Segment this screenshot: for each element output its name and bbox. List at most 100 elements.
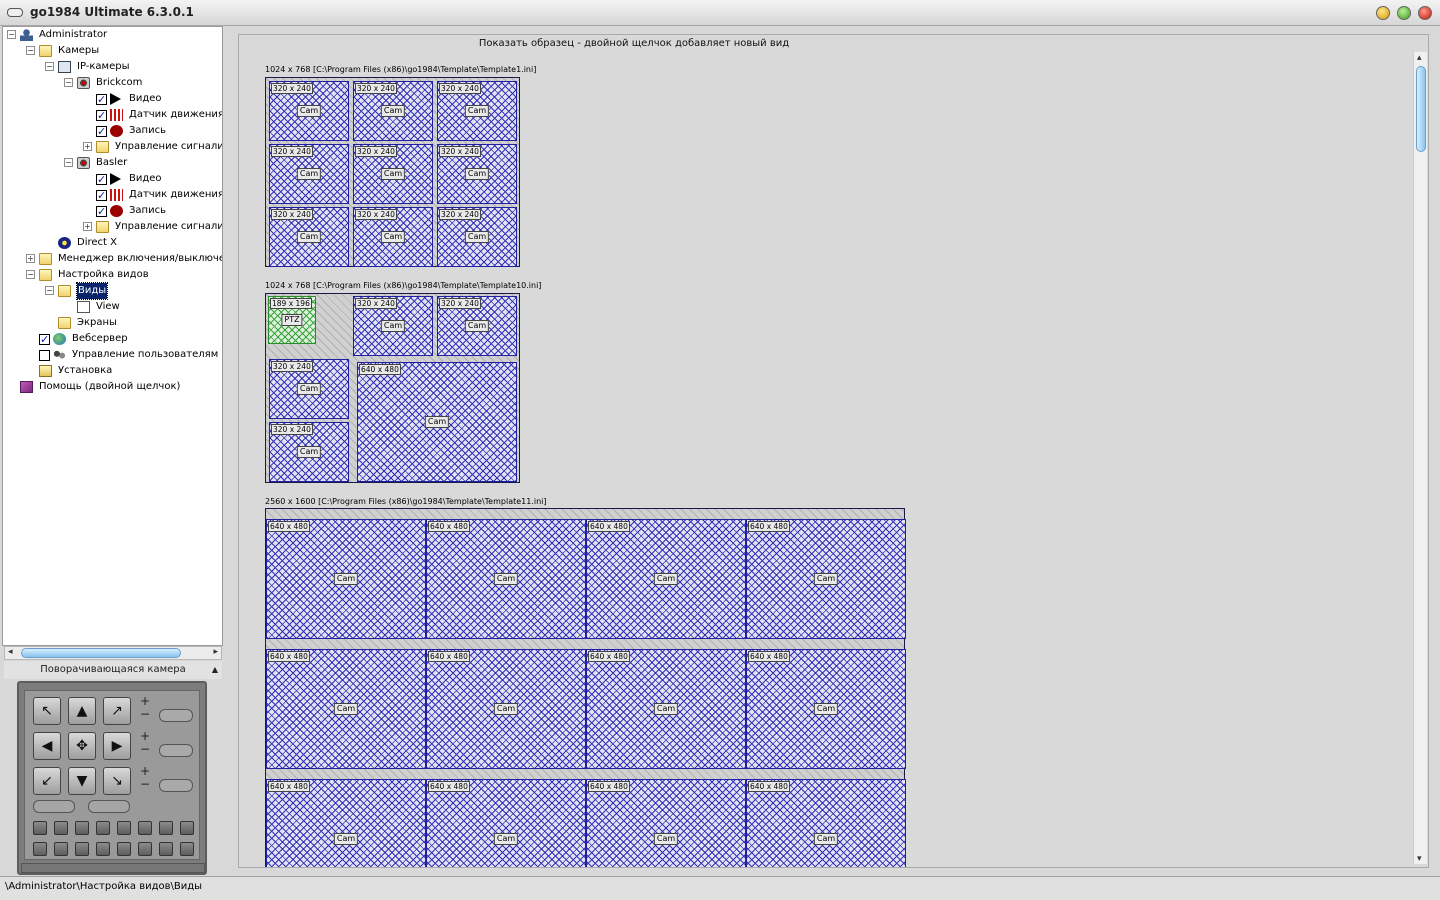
checkbox[interactable]: ✓ — [96, 94, 107, 105]
focus-plus-minus[interactable]: + − — [139, 730, 151, 758]
template-thumbnail[interactable]: 189 x 196 PTZ 320 x 240 Cam 320 x 240 Cam 320 … — [265, 293, 520, 483]
camera-cell[interactable]: 320 x 240 Cam — [269, 81, 349, 141]
tree-item[interactable]: ✓ Видео — [3, 91, 222, 107]
collapse-up-icon[interactable]: ▲ — [212, 661, 218, 679]
preset-button[interactable] — [159, 842, 173, 856]
tree-item[interactable]: ✓ Вебсервер — [3, 331, 222, 347]
tree-item[interactable]: − Brickcom — [3, 75, 222, 91]
preset-button[interactable] — [33, 842, 47, 856]
tree-item[interactable]: − Administrator — [3, 27, 222, 43]
checkbox[interactable]: ✓ — [96, 126, 107, 137]
camera-cell[interactable]: 320 x 240 Cam — [269, 144, 349, 204]
tree-item[interactable]: Direct X — [3, 235, 222, 251]
camera-cell[interactable]: 640 x 480 Cam — [746, 519, 906, 639]
tree-item[interactable]: Помощь (двойной щелчок) — [3, 379, 222, 395]
pan-down-right-button[interactable]: ↘ — [103, 767, 131, 795]
camera-cell[interactable]: 320 x 240 Cam — [269, 359, 349, 419]
template-thumbnail[interactable]: 640 x 480 Cam 640 x 480 Cam 640 x 480 Cam 640 … — [265, 508, 906, 867]
template-thumbnail[interactable]: 320 x 240 Cam 320 x 240 Cam 320 x 240 Cam 320 … — [265, 77, 520, 267]
camera-cell[interactable]: 640 x 480 Cam — [746, 779, 906, 867]
camera-cell[interactable]: 320 x 240 Cam — [353, 144, 433, 204]
tree-item[interactable]: ✓ Запись — [3, 123, 222, 139]
camera-cell[interactable]: 640 x 480 Cam — [266, 779, 426, 867]
pan-down-button[interactable]: ▼ — [68, 767, 96, 795]
camera-cell[interactable]: 320 x 240 Cam — [437, 81, 517, 141]
scroll-thumb[interactable] — [1416, 66, 1426, 152]
pan-up-right-button[interactable]: ↗ — [103, 697, 131, 725]
checkbox[interactable]: ✓ — [96, 206, 107, 217]
preset-button[interactable] — [96, 842, 110, 856]
navigation-tree[interactable]: − Administrator − Камеры − IP-камеры − Brickcom… — [2, 26, 223, 646]
camera-cell[interactable]: 640 x 480 Cam — [426, 649, 586, 769]
pan-right-button[interactable]: ▶ — [103, 732, 131, 760]
camera-cell[interactable]: 320 x 240 Cam — [437, 144, 517, 204]
minimize-button[interactable] — [1376, 6, 1390, 20]
tree-item[interactable]: ✓ Датчик движения — [3, 107, 222, 123]
tree-item[interactable]: + Управление сигнали — [3, 139, 222, 155]
preset-button[interactable] — [75, 821, 89, 835]
scroll-left-icon[interactable]: ◂ — [8, 647, 13, 657]
camera-cell[interactable]: 640 x 480 Cam — [426, 519, 586, 639]
collapse-icon[interactable]: − — [45, 286, 54, 295]
camera-cell[interactable]: 640 x 480 Cam — [586, 649, 746, 769]
preset-button[interactable] — [180, 842, 194, 856]
close-button[interactable] — [1418, 6, 1432, 20]
tree-item[interactable]: − Виды — [3, 282, 222, 300]
focus-minus-button[interactable]: − — [139, 743, 151, 756]
pan-up-button[interactable]: ▲ — [68, 697, 96, 725]
camera-cell[interactable]: 640 x 480 Cam — [266, 519, 426, 639]
collapse-icon[interactable]: − — [64, 78, 73, 87]
pan-up-left-button[interactable]: ↖ — [33, 697, 61, 725]
checkbox[interactable]: ✓ — [96, 110, 107, 121]
scroll-right-icon[interactable]: ▸ — [213, 647, 218, 657]
ptz-panel-header[interactable]: Поворачивающаяся камера ▲ — [4, 661, 222, 679]
collapse-icon[interactable]: − — [45, 62, 54, 71]
camera-cell[interactable]: 640 x 480 Cam — [266, 649, 426, 769]
camera-cell[interactable]: 320 x 240 Cam — [353, 207, 433, 267]
camera-cell[interactable]: 640 x 480 Cam — [586, 779, 746, 867]
camera-cell[interactable]: 640 x 480 Cam — [357, 362, 517, 482]
collapse-icon[interactable]: − — [26, 270, 35, 279]
template-preview-area[interactable]: Показать образец - двойной щелчок добавл… — [238, 34, 1429, 868]
preset-button[interactable] — [54, 842, 68, 856]
tree-item[interactable]: − Камеры — [3, 43, 222, 59]
checkbox[interactable]: ✓ — [96, 174, 107, 185]
collapse-icon[interactable]: − — [64, 158, 73, 167]
maximize-button[interactable] — [1397, 6, 1411, 20]
ptz-cell[interactable]: 189 x 196 PTZ — [268, 296, 316, 344]
center-button[interactable]: ✥ — [68, 732, 96, 760]
collapse-icon[interactable]: − — [7, 30, 16, 39]
tree-item[interactable]: ✓ Видео — [3, 171, 222, 187]
preset-button[interactable] — [138, 821, 152, 835]
preset-button[interactable] — [180, 821, 194, 835]
preview-vertical-scrollbar[interactable]: ▴ ▾ — [1413, 52, 1427, 864]
camera-cell[interactable]: 320 x 240 Cam — [269, 422, 349, 482]
preset-button[interactable] — [54, 821, 68, 835]
camera-cell[interactable]: 320 x 240 Cam — [353, 81, 433, 141]
preset-button[interactable] — [117, 842, 131, 856]
preset-button[interactable] — [33, 821, 47, 835]
pan-left-button[interactable]: ◀ — [33, 732, 61, 760]
expand-icon[interactable]: + — [83, 222, 92, 231]
tree-item[interactable]: ✓ Запись — [3, 203, 222, 219]
ptz-scrollbar[interactable] — [21, 863, 205, 873]
tree-item[interactable]: Управление пользователям — [3, 347, 222, 363]
tree-item[interactable]: + Управление сигнали — [3, 219, 222, 235]
camera-cell[interactable]: 320 x 240 Cam — [353, 296, 433, 356]
preset-button[interactable] — [117, 821, 131, 835]
tree-item[interactable]: ✓ Датчик движения — [3, 187, 222, 203]
iris-minus-button[interactable]: − — [139, 778, 151, 791]
tree-item[interactable]: + Менеджер включения/выключе — [3, 251, 222, 267]
preset-toggle[interactable] — [88, 800, 130, 813]
scroll-down-icon[interactable]: ▾ — [1417, 854, 1422, 864]
preset-button[interactable] — [159, 821, 173, 835]
camera-cell[interactable]: 320 x 240 Cam — [437, 207, 517, 267]
collapse-icon[interactable]: − — [26, 46, 35, 55]
checkbox[interactable]: ✓ — [96, 190, 107, 201]
preset-button[interactable] — [75, 842, 89, 856]
expand-icon[interactable]: + — [83, 142, 92, 151]
camera-cell[interactable]: 320 x 240 Cam — [437, 296, 517, 356]
preset-button[interactable] — [96, 821, 110, 835]
iris-plus-minus[interactable]: + − — [139, 765, 151, 793]
tree-item[interactable]: Экраны — [3, 315, 222, 331]
